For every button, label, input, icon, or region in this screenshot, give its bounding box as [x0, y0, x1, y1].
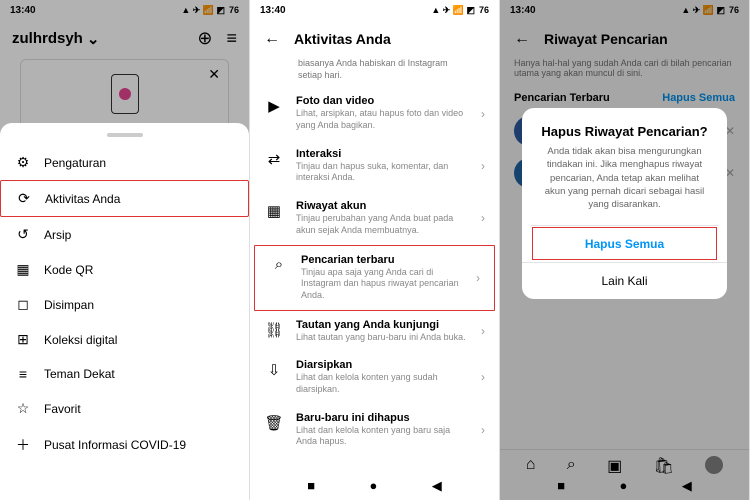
menu-label: Aktivitas Anda: [45, 192, 120, 206]
chevron-right-icon: ›: [481, 370, 485, 384]
nav-home[interactable]: ●: [369, 478, 377, 494]
back-icon[interactable]: ←: [264, 30, 280, 48]
item-icon: ▦: [264, 202, 284, 220]
menu-label: Disimpan: [44, 298, 94, 312]
menu-item-teman-dekat[interactable]: ≡ Teman Dekat: [0, 357, 249, 391]
dialog-body: Anda tidak akan bisa mengurungkan tindak…: [522, 145, 727, 225]
item-icon: ⇩: [264, 361, 284, 379]
item-title: Diarsipkan: [296, 359, 469, 371]
activity-item[interactable]: ⛓ Tautan yang Anda kunjungiLihat tautan y…: [250, 311, 499, 352]
menu-label: Favorit: [44, 402, 81, 416]
menu-icon: ☆: [14, 400, 32, 417]
item-subtitle: Lihat tautan yang baru-baru ini Anda buk…: [296, 332, 469, 344]
dialog-title: Hapus Riwayat Pencarian?: [522, 108, 727, 145]
menu-icon: ＋: [14, 435, 32, 455]
confirm-dialog: Hapus Riwayat Pencarian? Anda tidak akan…: [522, 108, 727, 299]
status-bar: 13:40 ▲ ✈ 📶 ◩76: [250, 0, 499, 20]
menu-label: Kode QR: [44, 263, 93, 277]
activity-subtitle: biasanya Anda habiskan di Instagram seti…: [250, 58, 499, 87]
item-title: Riwayat akun: [296, 200, 469, 212]
menu-item-disimpan[interactable]: ◻ Disimpan: [0, 287, 249, 322]
page-title: Aktivitas Anda: [294, 31, 391, 47]
chevron-right-icon: ›: [481, 423, 485, 437]
chevron-right-icon: ›: [476, 271, 480, 285]
item-title: Interaksi: [296, 148, 469, 160]
menu-label: Pengaturan: [44, 156, 106, 170]
item-subtitle: Lihat dan kelola konten yang baru saja A…: [296, 425, 469, 448]
menu-item-arsip[interactable]: ↺ Arsip: [0, 217, 249, 252]
item-icon: ▶: [264, 97, 284, 115]
activity-header: ← Aktivitas Anda: [250, 20, 499, 58]
item-title: Tautan yang Anda kunjungi: [296, 319, 469, 331]
menu-label: Koleksi digital: [44, 333, 117, 347]
activity-item[interactable]: ⇄ InteraksiTinjau dan hapus suka, komenta…: [250, 140, 499, 192]
item-icon: ⌕: [269, 256, 289, 273]
menu-icon: ≡: [14, 366, 32, 382]
android-nav: ■ ● ◀: [250, 478, 499, 494]
dialog-cancel-button[interactable]: Lain Kali: [522, 262, 727, 299]
status-time: 13:40: [260, 5, 286, 16]
activity-item[interactable]: ⇩ DiarsipkanLihat dan kelola konten yang …: [250, 351, 499, 403]
item-subtitle: Tinjau dan hapus suka, komentar, dan int…: [296, 161, 469, 184]
dialog-confirm-button[interactable]: Hapus Semua: [530, 225, 719, 262]
menu-icon: ⚙: [14, 154, 32, 171]
menu-item-pengaturan[interactable]: ⚙ Pengaturan: [0, 145, 249, 180]
nav-recent[interactable]: ■: [307, 478, 315, 494]
item-subtitle: Tinjau apa saja yang Anda cari di Instag…: [301, 267, 464, 302]
sheet-grip[interactable]: [107, 133, 143, 137]
item-subtitle: Lihat, arsipkan, atau hapus foto dan vid…: [296, 108, 469, 131]
nav-back[interactable]: ◀: [432, 478, 442, 494]
menu-label: Pusat Informasi COVID-19: [44, 438, 186, 452]
status-icons: ▲ ✈ 📶 ◩76: [431, 5, 489, 16]
chevron-right-icon: ›: [481, 211, 485, 225]
item-icon: 🗑: [264, 414, 284, 432]
item-title: Foto dan video: [296, 95, 469, 107]
item-title: Pencarian terbaru: [301, 254, 464, 266]
menu-item-pusat-informasi-covid-19[interactable]: ＋ Pusat Informasi COVID-19: [0, 426, 249, 464]
menu-icon: ⊞: [14, 331, 32, 348]
item-subtitle: Lihat dan kelola konten yang sudah diars…: [296, 372, 469, 395]
chevron-right-icon: ›: [481, 159, 485, 173]
menu-item-aktivitas-anda[interactable]: ⟳ Aktivitas Anda: [0, 180, 249, 217]
item-icon: ⇄: [264, 150, 284, 168]
panel-search-history: 13:40 ▲ ✈ 📶 ◩76 ← Riwayat Pencarian Hany…: [500, 0, 750, 500]
chevron-right-icon: ›: [481, 107, 485, 121]
menu-item-kode-qr[interactable]: ▦ Kode QR: [0, 252, 249, 287]
menu-item-koleksi-digital[interactable]: ⊞ Koleksi digital: [0, 322, 249, 357]
menu-label: Teman Dekat: [44, 367, 115, 381]
panel-profile-menu: 13:40 ▲ ✈ 📶 ◩76 zulhrdsyh ⌄ ⊕ ≡ ✕ Terhub…: [0, 0, 250, 500]
activity-item[interactable]: 🗑 Baru-baru ini dihapusLihat dan kelola k…: [250, 404, 499, 456]
menu-item-favorit[interactable]: ☆ Favorit: [0, 391, 249, 426]
item-icon: ⛓: [264, 321, 284, 339]
menu-icon: ◻: [14, 296, 32, 313]
bottom-sheet: ⚙ Pengaturan ⟳ Aktivitas Anda ↺ Arsip ▦ Kode QR…: [0, 123, 249, 500]
activity-item[interactable]: ▦ Riwayat akunTinjau perubahan yang Anda …: [250, 192, 499, 244]
menu-icon: ⟳: [15, 190, 33, 207]
menu-label: Arsip: [44, 228, 71, 242]
activity-item[interactable]: ⌕ Pencarian terbaruTinjau apa saja yang A…: [254, 245, 495, 311]
menu-icon: ↺: [14, 226, 32, 243]
menu-icon: ▦: [14, 261, 32, 278]
panel-activity: 13:40 ▲ ✈ 📶 ◩76 ← Aktivitas Anda biasany…: [250, 0, 500, 500]
chevron-right-icon: ›: [481, 324, 485, 338]
activity-item[interactable]: ▶ Foto dan videoLihat, arsipkan, atau hap…: [250, 87, 499, 139]
item-subtitle: Tinjau perubahan yang Anda buat pada aku…: [296, 213, 469, 236]
item-title: Baru-baru ini dihapus: [296, 412, 469, 424]
